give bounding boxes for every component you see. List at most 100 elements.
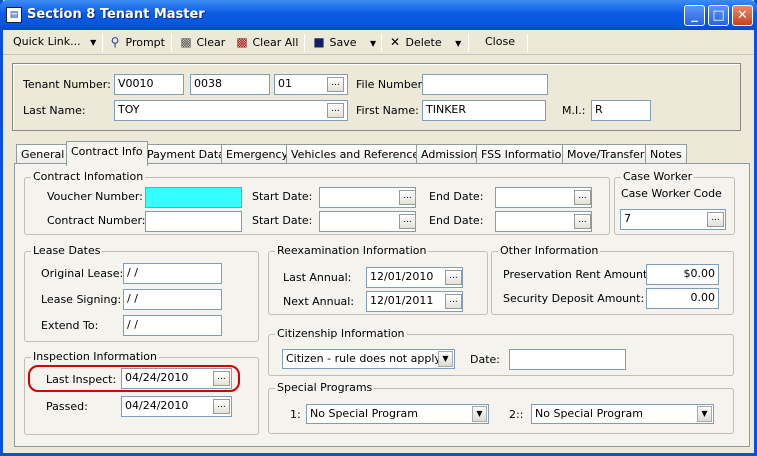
tenant-header-panel: Tenant Number: V0010 0038 01 ... File Nu… <box>12 63 741 131</box>
maximize-icon: □ <box>712 8 725 23</box>
minimize-button[interactable]: _ <box>684 5 705 26</box>
tab-notes[interactable]: Notes <box>645 144 687 164</box>
contract-number-label: Contract Number: <box>47 214 146 227</box>
tenant-number-field-2[interactable]: 0038 <box>190 74 270 95</box>
contract-start-date-picker[interactable]: ... <box>399 214 416 229</box>
clear-all-button[interactable]: ▩ Clear All <box>235 34 298 52</box>
last-name-field[interactable]: TOY <box>114 100 348 121</box>
mi-label: M.I.: <box>562 104 586 117</box>
file-number-field[interactable] <box>422 74 548 95</box>
last-inspect-date-picker[interactable]: ... <box>213 371 230 386</box>
end-date-label: End Date: <box>429 190 484 203</box>
extend-to-field[interactable]: / / <box>123 315 222 336</box>
end-date-label: End Date: <box>429 214 484 227</box>
citizenship-date-field[interactable] <box>509 349 626 370</box>
ellipsis-icon: ... <box>403 191 412 201</box>
last-annual-label: Last Annual: <box>283 271 352 284</box>
floppy-disk-icon: ■ <box>313 35 325 49</box>
app-icon: ▤ <box>6 7 22 23</box>
dropdown-arrow-icon[interactable]: ▼ <box>438 351 453 367</box>
ellipsis-icon: ... <box>449 271 458 281</box>
tab-move-transfer[interactable]: Move/Transfer <box>562 144 650 164</box>
original-lease-label: Original Lease: <box>41 267 124 280</box>
next-annual-date-picker[interactable]: ... <box>445 294 462 309</box>
delete-button[interactable]: ✕ Delete ▼ <box>388 34 461 52</box>
clear-all-icon: ▩ <box>236 35 248 49</box>
delete-dropdown-icon: ▼ <box>455 39 462 48</box>
last-annual-date-picker[interactable]: ... <box>445 270 462 285</box>
tenant-lookup-button[interactable]: ... <box>327 77 344 92</box>
voucher-number-field[interactable] <box>145 187 242 208</box>
last-name-lookup-button[interactable]: ... <box>327 103 344 118</box>
reexamination-group: Reexamination Information Last Annual: 1… <box>268 244 488 315</box>
prompt-button[interactable]: ⚲ Prompt <box>108 34 165 52</box>
last-name-label: Last Name: <box>23 104 86 117</box>
other-information-group: Other Information Preservation Rent Amou… <box>491 244 734 315</box>
tab-payment-data[interactable]: Payment Data <box>142 144 230 164</box>
tab-admission[interactable]: Admission <box>416 144 483 164</box>
tab-general[interactable]: General <box>16 144 70 164</box>
close-icon: ✕ <box>737 8 748 23</box>
case-worker-group: Case Worker Case Worker Code 7 ... <box>614 170 735 235</box>
special-programs-title: Special Programs <box>275 381 375 394</box>
security-deposit-field[interactable]: 0.00 <box>646 288 719 309</box>
voucher-end-date-picker[interactable]: ... <box>574 190 591 205</box>
inspection-information-title: Inspection Information <box>31 350 159 363</box>
contract-end-date-picker[interactable]: ... <box>574 214 591 229</box>
extend-to-label: Extend To: <box>41 319 99 332</box>
tab-contract-info[interactable]: Contract Info <box>66 141 148 166</box>
close-window-button[interactable]: ✕ <box>732 5 753 26</box>
dropdown-arrow-icon[interactable]: ▼ <box>697 406 712 422</box>
quick-link-label: Quick Link... <box>13 35 81 48</box>
special-program-1-value: No Special Program <box>310 407 418 420</box>
tab-emergency[interactable]: Emergency <box>221 144 294 164</box>
quick-link-button[interactable]: Quick Link... ▼ <box>13 34 96 52</box>
toolbar-separator <box>102 34 103 52</box>
mi-field[interactable]: R <box>591 100 651 121</box>
close-label: Close <box>485 35 515 48</box>
special-programs-group: Special Programs 1: No Special Program ▼… <box>268 381 734 434</box>
tab-vehicles-references[interactable]: Vehicles and References <box>286 144 430 164</box>
toolbar-separator <box>304 34 305 52</box>
contract-number-field[interactable] <box>145 211 242 232</box>
original-lease-field[interactable]: / / <box>123 263 222 284</box>
special-program-2-label: 2:: <box>509 408 524 421</box>
toolbar-separator <box>381 34 382 52</box>
special-program-1-label: 1: <box>290 408 301 421</box>
lease-signing-field[interactable]: / / <box>123 289 222 310</box>
citizenship-status-select[interactable]: Citizen - rule does not apply ▼ <box>282 349 455 369</box>
clear-button[interactable]: ▩ Clear <box>179 34 225 52</box>
special-program-1-select[interactable]: No Special Program ▼ <box>306 404 489 424</box>
passed-date-picker[interactable]: ... <box>213 399 230 414</box>
maximize-button[interactable]: □ <box>708 5 729 26</box>
preservation-rent-label: Preservation Rent Amount: <box>503 268 651 281</box>
ellipsis-icon: ... <box>578 191 587 201</box>
voucher-start-date-picker[interactable]: ... <box>399 190 416 205</box>
save-label: Save <box>329 36 357 49</box>
close-button[interactable]: Close <box>485 34 515 52</box>
inspection-information-group: Inspection Information Last Inspect: 04/… <box>24 350 259 435</box>
save-button[interactable]: ■ Save ▼ <box>312 34 376 52</box>
citizenship-status-value: Citizen - rule does not apply <box>286 352 441 365</box>
special-program-2-select[interactable]: No Special Program ▼ <box>531 404 714 424</box>
dropdown-arrow-icon[interactable]: ▼ <box>472 406 487 422</box>
tenant-number-field-1[interactable]: V0010 <box>114 74 184 95</box>
delete-label: Delete <box>405 36 442 49</box>
preservation-rent-field[interactable]: $0.00 <box>646 264 719 285</box>
title-bar: ▤ Section 8 Tenant Master _ □ ✕ <box>0 0 757 30</box>
start-date-label: Start Date: <box>252 190 313 203</box>
toolbar-separator <box>527 34 528 52</box>
ellipsis-icon: ... <box>331 78 340 88</box>
next-annual-label: Next Annual: <box>283 295 355 308</box>
tab-fss-information[interactable]: FSS Information <box>476 144 574 164</box>
toolbar-separator <box>171 34 172 52</box>
window-title: Section 8 Tenant Master <box>27 7 205 22</box>
minimize-icon: _ <box>691 8 698 23</box>
ellipsis-icon: ... <box>403 215 412 225</box>
prompt-label: Prompt <box>125 36 165 49</box>
first-name-field[interactable]: TINKER <box>422 100 546 121</box>
tenant-number-label: Tenant Number: <box>23 78 111 91</box>
toolbar-separator <box>468 34 469 52</box>
case-worker-lookup-button[interactable]: ... <box>707 212 724 227</box>
dropdown-arrow-icon: ▼ <box>90 38 97 47</box>
